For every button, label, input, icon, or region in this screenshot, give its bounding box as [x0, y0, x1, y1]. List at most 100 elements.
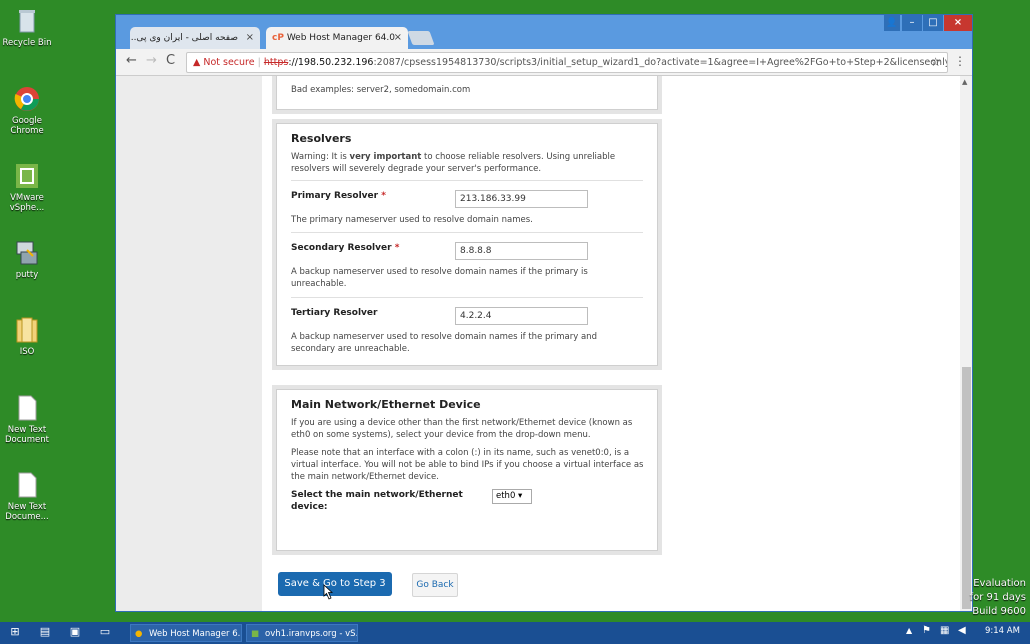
- taskbar-clock[interactable]: 9:14 AM: [985, 626, 1020, 636]
- warning-text: resolvers will severely degrade your ser…: [291, 164, 542, 174]
- secondary-resolver-help: A backup nameserver used to resolve doma…: [291, 266, 588, 290]
- scrollbar-thumb[interactable]: [962, 367, 971, 609]
- page-viewport: Bad examples: server2, somedomain.com Re…: [116, 76, 972, 611]
- folder-icon: [16, 317, 38, 343]
- reload-button[interactable]: C: [166, 53, 175, 68]
- resolvers-panel: Resolvers Warning: It is very important …: [276, 123, 658, 366]
- volume-icon[interactable]: ◀: [958, 625, 966, 636]
- divider: [291, 297, 643, 298]
- label-text: Secondary Resolver: [291, 243, 392, 253]
- taskbar-item-chrome[interactable]: ● Web Host Manager 6...: [130, 624, 242, 642]
- minimize-button[interactable]: –: [902, 15, 922, 31]
- tab-close-icon[interactable]: ×: [246, 27, 254, 49]
- go-back-button[interactable]: Go Back: [412, 573, 458, 597]
- network-device-panel: Main Network/Ethernet Device If you are …: [276, 389, 658, 551]
- label-text: Primary Resolver: [291, 191, 379, 201]
- warning-emphasis: very important: [349, 152, 422, 162]
- mouse-cursor-icon: [323, 584, 334, 600]
- desktop-icon-label: putty: [15, 270, 39, 280]
- address-bar[interactable]: ▲ Not secure | https://198.50.232.196:20…: [186, 52, 948, 73]
- action-center-icon[interactable]: ▦: [940, 625, 949, 636]
- tray-expand-icon[interactable]: ▲: [906, 626, 912, 635]
- text-document-icon: [18, 395, 37, 421]
- close-button[interactable]: ×: [944, 15, 972, 31]
- taskbar: ⊞ ▤ ▣ ▭ ● Web Host Manager 6... ■ ovh1.i…: [0, 622, 1030, 644]
- label-text: device:: [291, 502, 328, 512]
- description-text: If you are using a device other than the…: [291, 418, 633, 428]
- tab-whm[interactable]: cP Web Host Manager 64.0 ×: [266, 27, 408, 49]
- primary-resolver-help: The primary nameserver used to resolve d…: [291, 215, 533, 225]
- desktop-icon-vmware[interactable]: VMware vSphe...: [2, 161, 52, 213]
- help-text: unreachable.: [291, 279, 347, 289]
- powershell-icon[interactable]: ▣: [68, 625, 82, 639]
- note-text: the main network/Ethernet device.: [291, 472, 439, 482]
- desktop-icon-label: Recycle Bin: [2, 38, 52, 48]
- hostname-bad-examples: Bad examples: server2, somedomain.com: [291, 85, 471, 95]
- back-button[interactable]: ←: [126, 53, 137, 68]
- description-text: eth0 on some systems), select your devic…: [291, 430, 591, 440]
- note-text: Please note that an interface with a col…: [291, 448, 630, 458]
- desktop-icon-label: New Text Document: [4, 425, 50, 445]
- warning-icon: ▲: [193, 57, 201, 68]
- watermark-line: for 91 days: [969, 592, 1026, 603]
- taskbar-item-label: Web Host Manager 6...: [149, 629, 242, 639]
- save-go-step3-button[interactable]: Save & Go to Step 3: [278, 572, 392, 596]
- resolvers-warning: Warning: It is very important to choose …: [291, 151, 651, 175]
- scroll-up-arrow-icon[interactable]: ▲: [962, 78, 967, 86]
- taskbar-item-label: ovh1.iranvps.org - vS...: [265, 629, 358, 639]
- chrome-icon: ●: [135, 629, 143, 639]
- bookmark-star-icon[interactable]: ☆: [930, 53, 941, 72]
- required-marker: *: [381, 191, 386, 201]
- desktop-icon-chrome[interactable]: Google Chrome: [2, 84, 52, 136]
- resolvers-title: Resolvers: [291, 132, 352, 145]
- tab-iranvps[interactable]: صفحه اصلی - ایران وی پی... ×: [130, 27, 260, 49]
- divider: [291, 180, 643, 181]
- network-device-select[interactable]: eth0 ▾: [492, 489, 532, 504]
- start-button-icon[interactable]: ⊞: [8, 625, 22, 639]
- taskbar-item-vsphere[interactable]: ■ ovh1.iranvps.org - vS...: [246, 624, 358, 642]
- desktop-icon-recycle-bin[interactable]: Recycle Bin: [2, 6, 52, 48]
- url-scheme: https: [263, 57, 289, 68]
- server-manager-icon[interactable]: ▤: [38, 625, 52, 639]
- forward-button[interactable]: →: [146, 53, 157, 68]
- profile-icon[interactable]: 👤: [884, 15, 900, 31]
- network-device-title: Main Network/Ethernet Device: [291, 398, 481, 411]
- menu-button[interactable]: ⋮: [954, 54, 966, 68]
- network-warning-icon[interactable]: ⚑: [922, 625, 931, 636]
- help-text: secondary are unreachable.: [291, 344, 410, 354]
- maximize-button[interactable]: □: [923, 15, 943, 31]
- text-document-icon: [18, 472, 37, 498]
- secondary-resolver-label: Secondary Resolver *: [291, 243, 399, 253]
- tertiary-resolver-help: A backup nameserver used to resolve doma…: [291, 331, 597, 355]
- desktop-icon-putty[interactable]: putty: [2, 238, 52, 280]
- windows-evaluation-watermark: Evaluation for 91 days Build 9600: [970, 577, 1026, 619]
- desktop-icon-text-doc-2[interactable]: New Text Docume...: [2, 470, 52, 522]
- primary-resolver-input[interactable]: 213.186.33.99: [455, 190, 588, 208]
- not-secure-label: Not secure: [203, 57, 255, 68]
- desktop-icon-label: Google Chrome: [10, 116, 44, 136]
- network-device-description: If you are using a device other than the…: [291, 417, 651, 441]
- file-explorer-icon[interactable]: ▭: [98, 625, 112, 639]
- warning-text: Warning: It is: [291, 152, 350, 162]
- note-text: virtual interface. You will not be able …: [291, 460, 644, 470]
- new-tab-button[interactable]: [407, 31, 435, 45]
- desktop-icon-iso[interactable]: ISO: [2, 315, 52, 357]
- required-marker: *: [394, 243, 400, 253]
- vertical-scrollbar[interactable]: ▲: [960, 76, 972, 611]
- tab-close-icon[interactable]: ×: [394, 27, 402, 49]
- whm-page: Bad examples: server2, somedomain.com Re…: [262, 76, 962, 611]
- watermark-line: Evaluation: [973, 578, 1026, 589]
- tertiary-resolver-label: Tertiary Resolver: [291, 308, 378, 318]
- cpanel-icon: cP: [272, 33, 284, 43]
- tab-label: Web Host Manager 64.0: [286, 33, 395, 43]
- tertiary-resolver-input[interactable]: 4.2.2.4: [455, 307, 588, 325]
- help-text: A backup nameserver used to resolve doma…: [291, 267, 588, 277]
- desktop-icon-label: ISO: [19, 347, 35, 357]
- desktop-icon-text-doc-1[interactable]: New Text Document: [2, 393, 52, 445]
- vmware-icon: [16, 164, 38, 188]
- secondary-resolver-input[interactable]: 8.8.8.8: [455, 242, 588, 260]
- title-bar[interactable]: صفحه اصلی - ایران وی پی... × cP Web Host…: [116, 15, 972, 49]
- desktop-icon-label: New Text Docume...: [5, 502, 49, 522]
- network-device-note: Please note that an interface with a col…: [291, 447, 651, 483]
- browser-window: صفحه اصلی - ایران وی پی... × cP Web Host…: [115, 14, 973, 612]
